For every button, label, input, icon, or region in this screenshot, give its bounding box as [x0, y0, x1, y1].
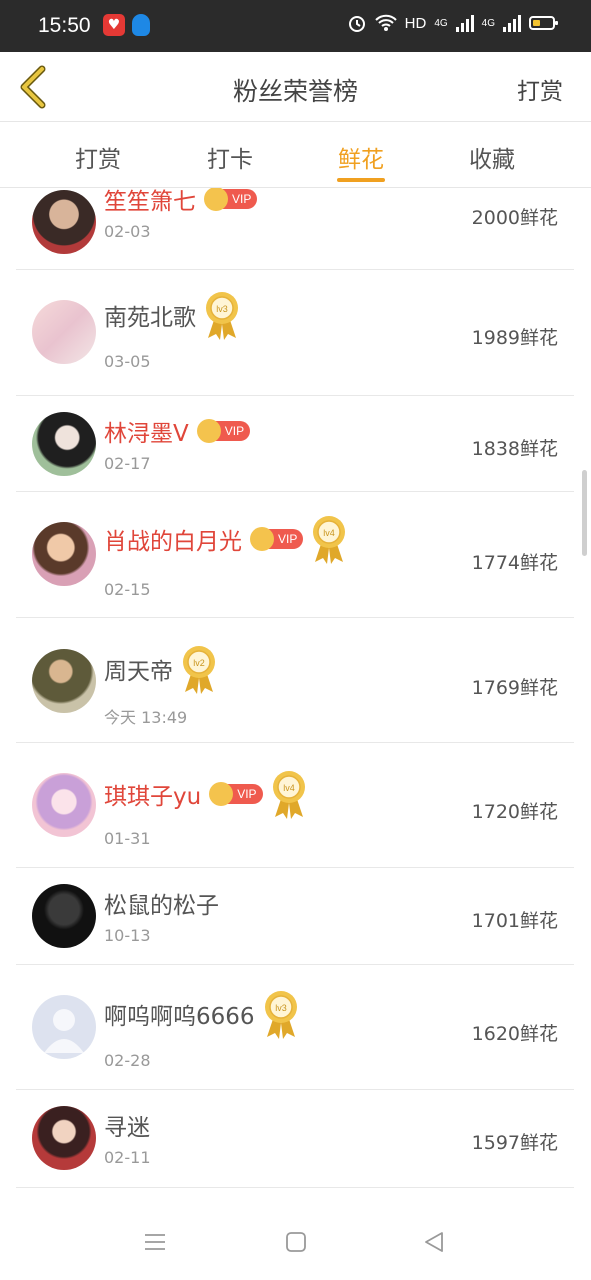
flower-count: 2000鲜花: [471, 207, 558, 229]
list-item[interactable]: 啊呜啊呜6666 lv3 02-28 1620鲜花: [16, 965, 574, 1090]
date-label: 今天 13:49: [104, 708, 188, 727]
crown-icon: [196, 419, 221, 443]
medal-lv2-icon: lv2: [183, 646, 215, 694]
scrollbar[interactable]: [582, 470, 587, 556]
back-triangle-icon[interactable]: [422, 1230, 446, 1254]
ranking-list[interactable]: 笙笙箫七 VIP 02-03 2000鲜花 南苑北歌 lv3 03-05 198…: [0, 188, 591, 1200]
user-name[interactable]: 琪琪子yu: [104, 777, 201, 811]
date-label: 02-15: [104, 580, 151, 599]
flower-count: 1838鲜花: [471, 438, 558, 460]
user-name[interactable]: 笙笙箫七: [104, 188, 196, 216]
user-name[interactable]: 周天帝: [104, 652, 173, 686]
tab-checkin[interactable]: 打卡: [190, 140, 270, 174]
signal-icon-1: [455, 14, 474, 32]
list-item[interactable]: 林浔墨V VIP 02-17 1838鲜花: [16, 396, 574, 492]
status-indicators: HD 4G 4G: [347, 13, 558, 33]
page-title: 粉丝荣誉榜: [232, 77, 358, 106]
medal-lv3-icon: lv3: [264, 991, 297, 1039]
crown-icon: [204, 188, 228, 211]
avatar[interactable]: [32, 884, 96, 948]
flower-count: 1989鲜花: [471, 327, 558, 349]
wifi-icon: [374, 14, 397, 31]
default-avatar-icon: [44, 1009, 84, 1053]
date-label: 02-17: [104, 454, 151, 473]
date-label: 10-13: [104, 926, 151, 945]
user-name[interactable]: 南苑北歌: [104, 298, 196, 332]
home-square-icon[interactable]: [284, 1230, 308, 1254]
user-name[interactable]: 寻迷: [104, 1108, 150, 1142]
hd-label: HD: [404, 14, 427, 32]
medal-level: lv3: [275, 1003, 287, 1013]
user-name[interactable]: 啊呜啊呜6666: [104, 997, 255, 1031]
menu-icon[interactable]: [143, 1230, 167, 1254]
avatar[interactable]: [32, 190, 96, 254]
tab-favorites[interactable]: 收藏: [452, 140, 532, 174]
battery-icon: [529, 16, 558, 30]
user-name[interactable]: 松鼠的松子: [104, 886, 219, 920]
avatar[interactable]: [32, 522, 96, 586]
network-type-2: 4G: [481, 17, 495, 29]
vip-badge: VIP: [209, 782, 263, 806]
header-bar: 粉丝荣誉榜 打赏: [0, 52, 591, 122]
avatar[interactable]: [32, 1106, 96, 1170]
flower-count: 1720鲜花: [471, 801, 558, 823]
date-label: 03-05: [104, 352, 151, 371]
vip-badge: VIP: [196, 419, 251, 443]
tab-reward[interactable]: 打赏: [58, 140, 138, 174]
flower-count: 1774鲜花: [471, 552, 558, 574]
flower-count: 1701鲜花: [471, 910, 558, 932]
signal-icon-2: [503, 14, 521, 32]
list-item[interactable]: 笙笙箫七 VIP 02-03 2000鲜花: [16, 188, 574, 270]
system-nav-bar: [0, 1200, 591, 1280]
avatar[interactable]: [32, 773, 96, 837]
list-item[interactable]: 周天帝 lv2 今天 13:49 1769鲜花: [16, 618, 574, 743]
app-notification-icon: ♥: [103, 14, 125, 36]
date-label: 02-28: [104, 1051, 151, 1070]
date-label: 02-03: [104, 222, 151, 241]
reward-button[interactable]: 打赏: [517, 72, 563, 106]
vip-badge: VIP: [250, 527, 304, 551]
flower-count: 1769鲜花: [471, 677, 558, 699]
tab-active-indicator: [337, 178, 385, 182]
list-item[interactable]: 琪琪子yu VIP lv4 01-31 1720鲜花: [16, 743, 574, 868]
avatar[interactable]: [32, 649, 96, 713]
status-time: 15:50: [38, 14, 91, 37]
medal-lv4-icon: lv4: [313, 516, 346, 564]
user-name[interactable]: 肖战的白月光: [104, 522, 242, 556]
crown-icon: [250, 527, 274, 551]
qq-notification-icon: [132, 14, 150, 36]
medal-level: lv3: [216, 304, 228, 314]
status-bar: 15:50 ♥ HD 4G 4G: [0, 0, 591, 52]
medal-level: lv4: [324, 528, 336, 538]
medal-lv4-icon: lv4: [272, 771, 305, 819]
date-label: 01-31: [104, 829, 151, 848]
list-item[interactable]: 寻迷 02-11 1597鲜花: [16, 1090, 574, 1188]
list-item[interactable]: 肖战的白月光 VIP lv4 02-15 1774鲜花: [16, 492, 574, 618]
list-item[interactable]: 松鼠的松子 10-13 1701鲜花: [16, 868, 574, 965]
tab-flowers[interactable]: 鲜花: [321, 140, 401, 174]
alarm-icon: [348, 16, 365, 32]
medal-lv3-icon: lv3: [206, 292, 238, 340]
vip-badge: VIP: [204, 188, 258, 211]
flower-count: 1620鲜花: [471, 1023, 558, 1045]
medal-level: lv2: [193, 658, 205, 668]
date-label: 02-11: [104, 1148, 151, 1167]
avatar[interactable]: [32, 995, 96, 1059]
flower-count: 1597鲜花: [471, 1132, 558, 1154]
list-item[interactable]: 南苑北歌 lv3 03-05 1989鲜花: [16, 270, 574, 396]
user-name[interactable]: 林浔墨V: [104, 414, 189, 448]
avatar[interactable]: [32, 300, 96, 364]
avatar[interactable]: [32, 412, 96, 476]
network-type-1: 4G: [434, 17, 448, 29]
tab-bar: 打赏 打卡 鲜花 收藏: [0, 122, 591, 188]
medal-level: lv4: [283, 783, 295, 793]
